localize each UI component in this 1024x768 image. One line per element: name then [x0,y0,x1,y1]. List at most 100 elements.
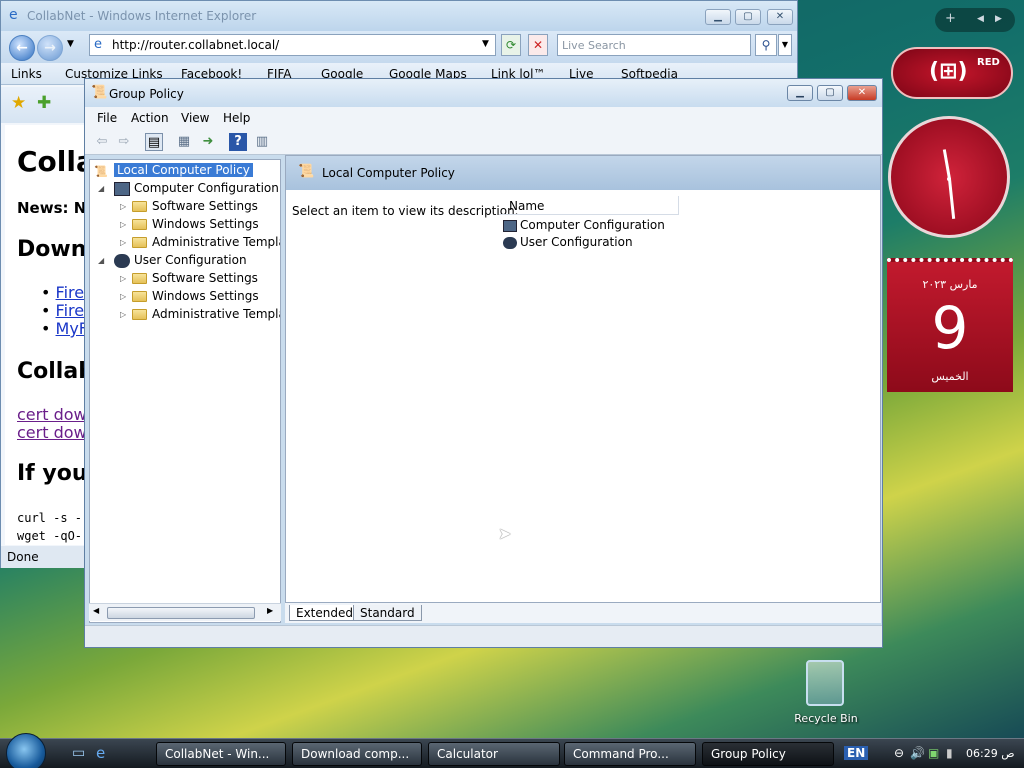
help-icon[interactable]: ? [229,133,247,151]
details-pane: 📜 Local Computer Policy Select an item t… [285,155,881,603]
list-item-user-configuration[interactable]: User Configuration [503,235,633,249]
tree-user-windows-settings[interactable]: Windows Settings [132,288,259,304]
gp-title-bar[interactable]: 📜 Group Policy ▁ ▢ ✕ [85,79,882,107]
gp-minimize-button[interactable]: ▁ [787,85,813,101]
clock-minute-hand [942,149,951,180]
tree-item-label: Administrative Templates [152,235,280,249]
address-bar[interactable]: e http://router.collabnet.local/ ▼ [89,34,496,56]
group-policy-window[interactable]: 📜 Group Policy ▁ ▢ ✕ File Action View He… [84,78,883,648]
history-dropdown-icon[interactable]: ▼ [67,39,74,49]
show-hide-tree-icon[interactable]: ▤ [145,133,163,151]
scroll-thumb[interactable] [107,607,255,619]
volume-icon[interactable]: 🔊 [910,746,925,760]
menu-help[interactable]: Help [223,111,250,125]
menu-view[interactable]: View [181,111,209,125]
ie-maximize-button[interactable]: ▢ [735,9,761,25]
tab-standard[interactable]: Standard [353,605,422,621]
tree-computer-configuration[interactable]: Computer Configuration [114,180,279,196]
language-indicator[interactable]: EN [844,746,869,760]
address-dropdown-icon[interactable]: ▼ [482,39,489,49]
list-item-computer-configuration[interactable]: Computer Configuration [503,218,665,232]
task-group-policy[interactable]: Group Policy [702,742,834,766]
tree-computer-windows-settings[interactable]: Windows Settings [132,216,259,232]
windows-red-gadget[interactable]: (⊞) RED [891,47,1013,99]
expand-icon[interactable]: ▷ [120,274,126,283]
calendar-gadget[interactable]: مارس ٢٠٢٣ 9 الخميس [887,258,1013,392]
forward-icon[interactable]: → [37,35,63,61]
tree-root[interactable]: 📜 Local Computer Policy [94,162,253,178]
clock-gadget[interactable] [888,116,1010,238]
start-button[interactable] [6,733,46,768]
next-icon[interactable]: ▶ [995,14,1002,24]
collapse-icon[interactable]: ◢ [98,184,104,193]
expand-icon[interactable]: ▷ [120,310,126,319]
expand-icon[interactable]: ▷ [120,220,126,229]
forward-arrow-icon[interactable]: ⇨ [115,133,133,151]
ie-minimize-button[interactable]: ▁ [705,9,731,25]
view-pane-icon[interactable]: ▥ [253,133,271,151]
download-link-1[interactable]: • Fire [41,283,84,302]
tab-extended[interactable]: Extended [289,605,360,621]
gp-close-button[interactable]: ✕ [847,85,877,101]
tree-user-software-settings[interactable]: Software Settings [132,270,258,286]
name-column-header[interactable]: Name [499,196,679,215]
ie-title-bar[interactable]: e CollabNet - Windows Internet Explorer … [1,1,797,31]
network-icon[interactable]: ▣ [928,746,939,760]
recycle-bin-icon [806,660,844,706]
ie-quicklaunch-icon[interactable]: e [96,744,105,762]
cert-link-2[interactable]: cert down [17,423,85,442]
favorites-star-icon[interactable]: ★ [11,93,26,113]
tree-pane: 📜 Local Computer Policy ◢ Computer Config… [89,159,281,623]
gp-maximize-button[interactable]: ▢ [817,85,843,101]
minus-icon[interactable]: ⊖ [894,746,904,760]
tree-horizontal-scrollbar[interactable]: ◀ ▶ [89,603,281,621]
tree-user-admin-templates[interactable]: Administrative Templates [132,306,280,322]
download-link-2[interactable]: • Fire [41,301,84,320]
refresh-icon[interactable]: ⟳ [501,34,521,56]
download-link-3[interactable]: • MyF [41,319,85,338]
stop-icon[interactable]: ✕ [528,34,548,56]
tree-computer-admin-templates[interactable]: Administrative Templates [132,234,280,250]
recycle-bin[interactable]: Recycle Bin [794,656,858,728]
user-icon [114,253,130,268]
scroll-right-icon[interactable]: ▶ [267,606,273,615]
menu-file[interactable]: File [97,111,117,125]
back-arrow-icon[interactable]: ⇦ [93,133,111,151]
folder-icon [132,201,147,212]
menu-action[interactable]: Action [131,111,169,125]
task-calculator[interactable]: Calculator [428,742,560,766]
recycle-bin-label: Recycle Bin [794,712,858,725]
add-gadget-icon[interactable]: + [945,11,956,26]
clock-time[interactable]: 06:29 ص [966,747,1015,760]
power-icon[interactable]: ▮ [946,746,953,760]
export-list-icon[interactable]: ➜ [199,133,217,151]
search-options-icon[interactable]: ▼ [778,34,792,56]
ie-logo-icon: e [9,7,18,23]
back-icon[interactable]: ← [9,35,35,61]
windows-logo-icon: (⊞) [929,59,968,84]
cert-link-1[interactable]: cert down [17,405,85,424]
search-box[interactable]: Live Search [557,34,751,56]
expand-icon[interactable]: ▷ [120,238,126,247]
mouse-cursor-icon: ➤ [498,524,512,543]
search-icon[interactable]: ⚲ [755,34,777,56]
show-desktop-icon[interactable]: ▭ [72,745,85,761]
address-input[interactable]: http://router.collabnet.local/ [112,38,279,52]
scroll-left-icon[interactable]: ◀ [93,606,99,615]
expand-icon[interactable]: ▷ [120,202,126,211]
folder-icon [132,291,147,302]
ie-close-button[interactable]: ✕ [767,9,793,25]
previous-icon[interactable]: ◀ [977,14,984,24]
collapse-icon[interactable]: ◢ [98,256,104,265]
task-command-prompt[interactable]: Command Pro... [564,742,696,766]
task-collabnet[interactable]: CollabNet - Win... [156,742,286,766]
tree-computer-software-settings[interactable]: Software Settings [132,198,258,214]
search-input[interactable]: Live Search [562,39,626,52]
gp-status-bar [85,625,882,647]
task-download[interactable]: Download comp... [292,742,422,766]
tree-user-configuration[interactable]: User Configuration [114,252,247,268]
expand-icon[interactable]: ▷ [120,292,126,301]
properties-icon[interactable]: ▦ [175,133,193,151]
red-label: RED [977,57,1000,68]
add-favorite-icon[interactable]: ✚ [37,93,51,113]
